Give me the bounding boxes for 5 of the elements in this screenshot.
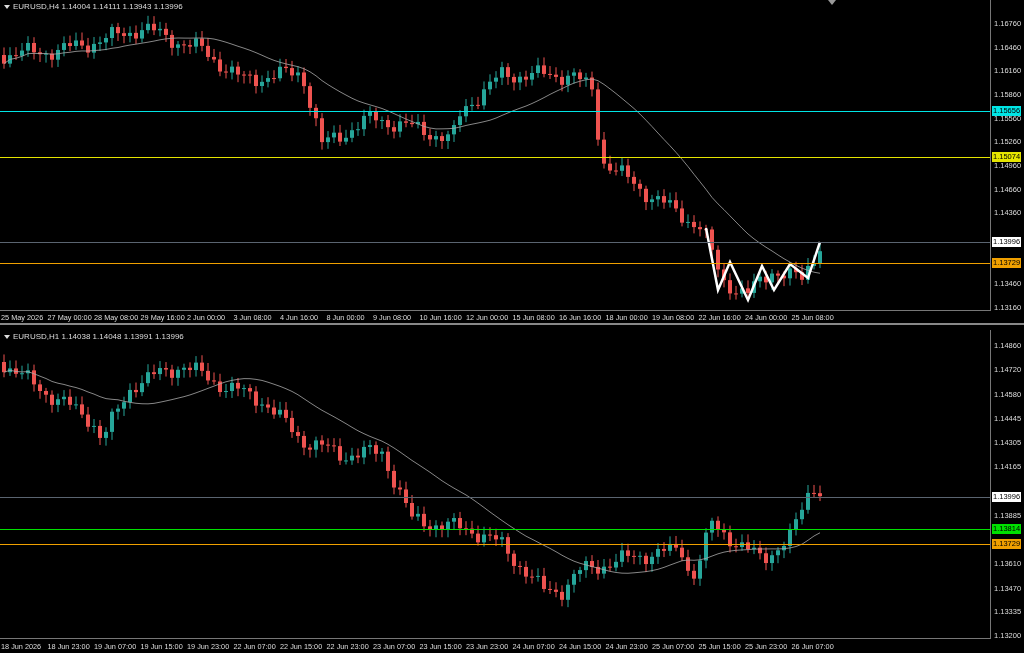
chart-symbol-info: EURUSD,H1 1.14038 1.14048 1.13991 1.13996	[13, 332, 184, 341]
dropdown-triangle-icon[interactable]	[4, 334, 10, 339]
dropdown-triangle-icon[interactable]	[4, 4, 10, 9]
chart-symbol-info: EURUSD,H4 1.14004 1.14111 1.13943 1.13996	[13, 2, 183, 11]
shift-marker-icon[interactable]	[828, 0, 836, 5]
